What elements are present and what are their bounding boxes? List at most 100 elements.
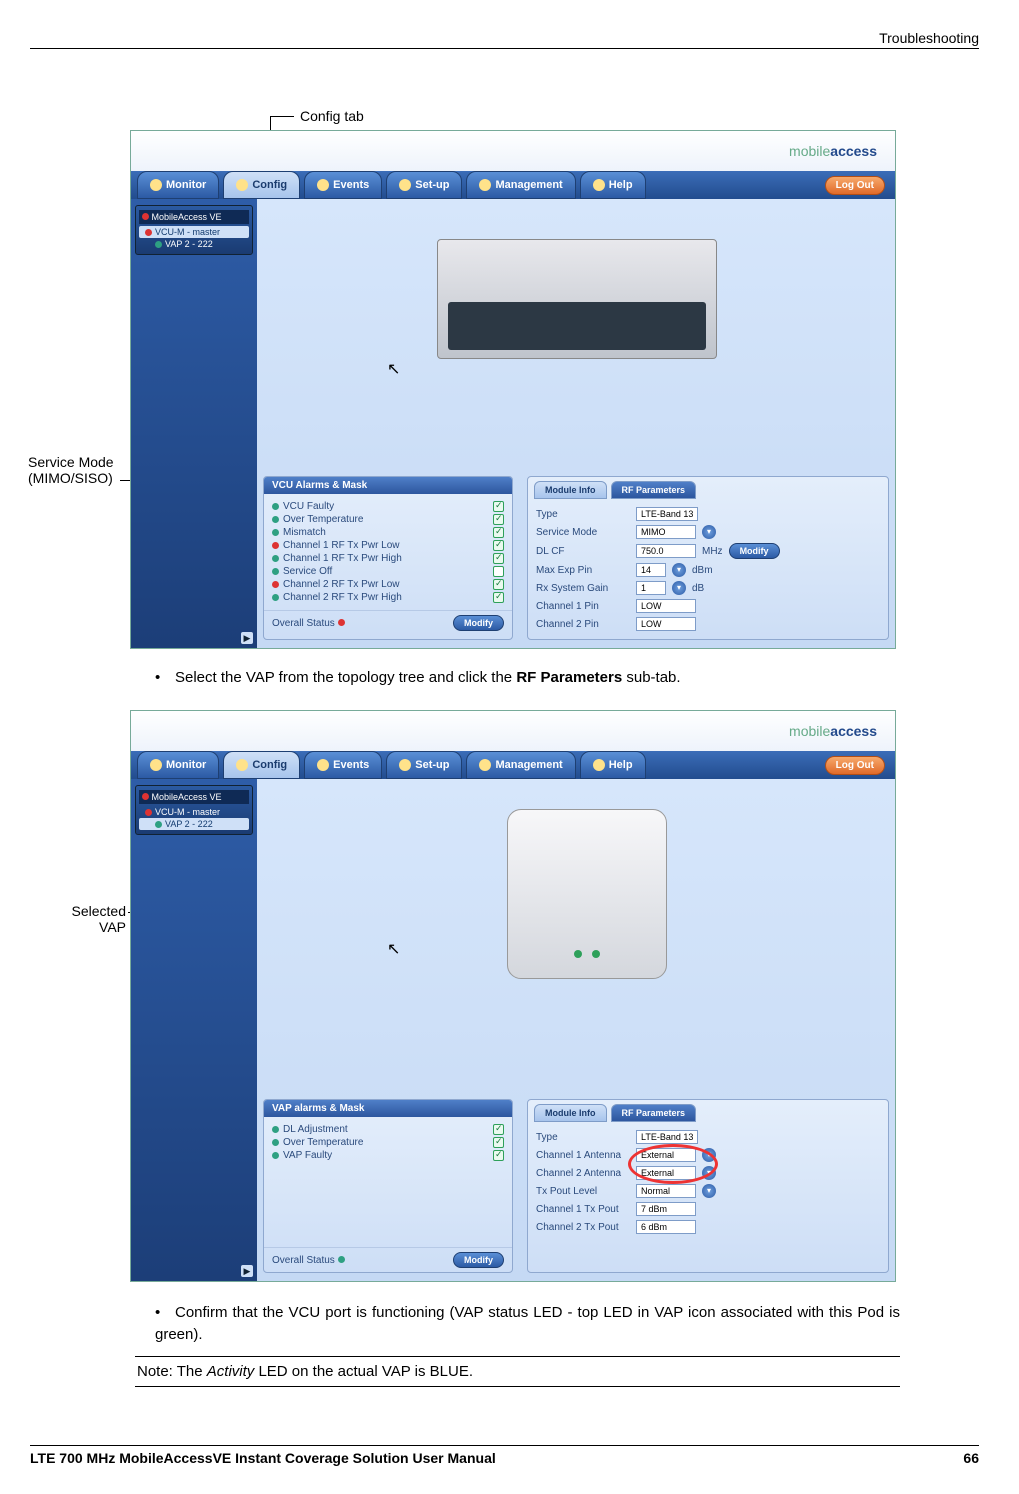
rxgain-input[interactable]: 1 [636,581,666,595]
param-row-txpout: Tx Pout LevelNormal▾ [536,1182,880,1200]
dropdown-icon[interactable]: ▾ [672,581,686,595]
mask-checkbox[interactable] [493,527,504,538]
tab-config[interactable]: Config [223,751,300,779]
tab-monitor[interactable]: Monitor [137,751,219,779]
modify-button[interactable]: Modify [453,1252,504,1268]
tree-item-vap[interactable]: VAP 2 - 222 [139,818,249,830]
tab-monitor[interactable]: Monitor [137,171,219,199]
events-icon [317,179,329,191]
tab-help[interactable]: Help [580,171,646,199]
service-mode-select[interactable]: MIMO [636,525,696,539]
dropdown-icon[interactable]: ▾ [672,563,686,577]
config-icon [236,179,248,191]
param-row-dlcf: DL CF750.0MHz Modify [536,541,880,561]
tab-config[interactable]: Config [223,171,300,199]
page-footer: LTE 700 MHz MobileAccessVE Instant Cover… [30,1445,979,1466]
maxpin-input[interactable]: 14 [636,563,666,577]
mask-checkbox[interactable] [493,592,504,603]
param-row-maxpin: Max Exp Pin14▾dBm [536,561,880,579]
topology-tree[interactable]: MobileAccess VE VCU-M - master VAP 2 - 2… [135,205,253,255]
sidebar: MobileAccess VE VCU-M - master VAP 2 - 2… [131,779,257,1281]
config-icon [236,759,248,771]
dropdown-icon[interactable]: ▾ [702,1166,716,1180]
tree-root[interactable]: MobileAccess VE [139,210,249,224]
logout-button[interactable]: Log Out [825,756,885,775]
modify-button[interactable]: Modify [453,615,504,631]
dropdown-icon[interactable]: ▾ [702,1148,716,1162]
alarm-label: Over Temperature [283,514,363,525]
tab-help[interactable]: Help [580,751,646,779]
tree-item-vcu[interactable]: VCU-M - master [139,226,249,238]
device-image-vcu [437,239,717,359]
monitor-icon [150,759,162,771]
page-header: Troubleshooting [30,30,979,49]
param-row-rxgain: Rx System Gain1▾dB [536,579,880,597]
subtab-rf-parameters[interactable]: RF Parameters [611,481,697,499]
tab-management[interactable]: Management [466,751,575,779]
txpout-select[interactable]: Normal [636,1184,696,1198]
status-dot-icon [272,516,279,523]
tab-events[interactable]: Events [304,171,382,199]
callout-text: Service Mode [28,454,114,470]
status-dot-icon [272,555,279,562]
callout-service-mode: Service Mode (MIMO/SISO) [28,454,114,486]
nav-bar: Monitor Config Events Set-up Management … [131,751,895,779]
mask-checkbox[interactable] [493,1124,504,1135]
mask-checkbox[interactable] [493,540,504,551]
status-dot-icon [142,793,149,800]
alarm-label: Channel 1 RF Tx Pwr Low [283,540,400,551]
tree-root[interactable]: MobileAccess VE [139,790,249,804]
status-dot-icon [272,503,279,510]
dropdown-icon[interactable]: ▾ [702,525,716,539]
ch2-antenna-select[interactable]: External [636,1166,696,1180]
tab-management[interactable]: Management [466,171,575,199]
mask-checkbox[interactable] [493,566,504,577]
ch1-antenna-select[interactable]: External [636,1148,696,1162]
mask-checkbox[interactable] [493,1137,504,1148]
note-box: Note: The Activity LED on the actual VAP… [135,1356,900,1387]
subtab-module-info[interactable]: Module Info [534,1104,607,1122]
status-dot-icon [338,619,345,626]
status-dot-icon [272,581,279,588]
mask-checkbox[interactable] [493,1150,504,1161]
mask-checkbox[interactable] [493,579,504,590]
param-value: LTE-Band 13 [636,507,698,521]
tree-item-vap[interactable]: VAP 2 - 222 [139,238,249,250]
mask-checkbox[interactable] [493,514,504,525]
callout-line [270,116,294,117]
param-row-ch1txpout: Channel 1 Tx Pout7 dBm [536,1200,880,1218]
device-image-vap [507,809,667,979]
overall-status-label: Overall Status [272,618,335,629]
param-row-type: TypeLTE-Band 13 [536,1128,880,1146]
tree-item-vcu[interactable]: VCU-M - master [139,806,249,818]
mask-checkbox[interactable] [493,553,504,564]
status-dot-icon [155,241,162,248]
topology-tree[interactable]: MobileAccess VE VCU-M - master VAP 2 - 2… [135,785,253,835]
status-dot-icon [272,542,279,549]
status-dot-icon [272,529,279,536]
tab-setup[interactable]: Set-up [386,171,462,199]
mask-checkbox[interactable] [493,501,504,512]
dropdown-icon[interactable]: ▾ [702,1184,716,1198]
unit-label: dB [692,583,704,594]
modify-button[interactable]: Modify [729,543,780,559]
scroll-right-icon[interactable]: ▶ [241,632,253,644]
app-screenshot-vcu: mobileaccess Monitor Config Events Set-u… [130,130,896,649]
alarm-row: DL Adjustment [272,1123,504,1136]
instruction-text: •Confirm that the VCU port is functionin… [155,1302,900,1346]
footer-title: LTE 700 MHz MobileAccessVE Instant Cover… [30,1450,496,1466]
subtab-rf-parameters[interactable]: RF Parameters [611,1104,697,1122]
panel-rf: Module Info RF Parameters TypeLTE-Band 1… [527,476,889,640]
tab-setup[interactable]: Set-up [386,751,462,779]
monitor-icon [150,179,162,191]
dlcf-input[interactable]: 750.0 [636,544,696,558]
logout-button[interactable]: Log Out [825,176,885,195]
panel-vcu-alarms: VCU Alarms & Mask VCU FaultyOver Tempera… [263,476,513,640]
scroll-right-icon[interactable]: ▶ [241,1265,253,1277]
cursor-icon: ↖ [387,359,400,379]
status-dot-icon [145,229,152,236]
tab-events[interactable]: Events [304,751,382,779]
alarm-row: Mismatch [272,526,504,539]
subtab-module-info[interactable]: Module Info [534,481,607,499]
alarm-label: Over Temperature [283,1137,363,1148]
